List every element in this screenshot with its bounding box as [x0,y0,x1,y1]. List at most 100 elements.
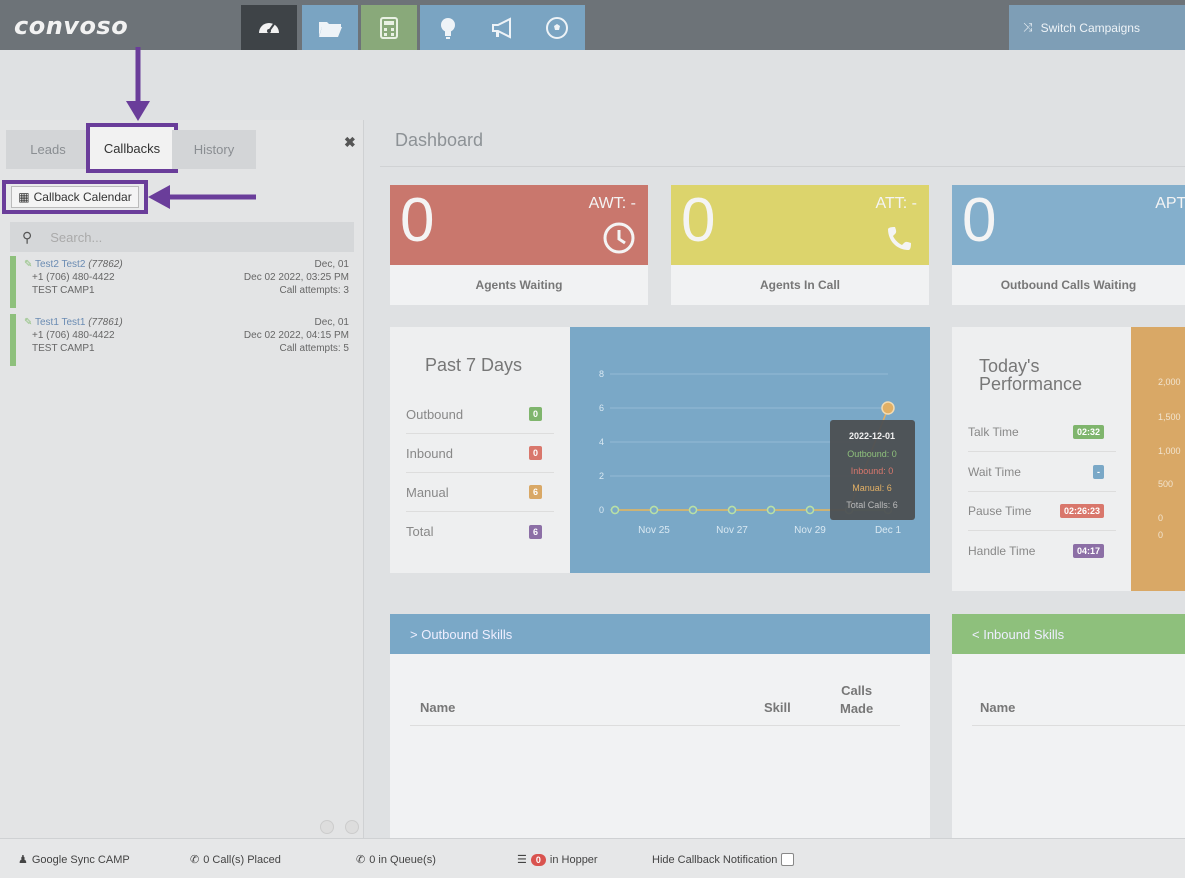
callback-date: Dec, 01 [314,259,349,270]
count-badge: 6 [528,485,542,499]
dashboard-icon[interactable] [241,5,297,50]
past-7-days-chart: 0 2 4 6 8 Nov 25 Nov 27 Nov 29 Dec 1 2022-12-01 Ou… [570,327,930,573]
search-input[interactable]: ⚲ Search... [10,222,354,252]
phone-icon: ✆ [356,854,366,866]
column-header-calls-made: Calls Made [840,683,874,716]
campaign-name: Google Sync CAMP [31,853,130,866]
todays-performance-panel: Today's Performance Talk Time 02:32 Wait… [952,327,1132,591]
callback-calendar-button[interactable]: ▦ Callback Calendar [11,186,139,208]
x-tick-label: Nov 27 [716,525,748,536]
tick-label: 2,000 [1158,377,1181,387]
callback-campaign: TEST CAMP1 [32,285,95,296]
time-badge: - [1093,465,1104,479]
inbound-skills-table-header: Name [972,680,1185,726]
stat-header: 0 AWT: - [390,185,648,265]
scroll-up-button[interactable] [320,820,334,834]
column-header-name: Name [420,700,456,715]
edit-icon[interactable]: ✎ [24,317,32,328]
folder-icon[interactable] [302,5,358,50]
outbound-skills-header[interactable]: > Outbound Skills [390,614,930,654]
stat-value: 0 [681,186,716,255]
tick-label: 0 [1158,530,1164,540]
callback-campaign: TEST CAMP1 [32,343,95,354]
footer-queue: ✆ 0 in Queue(s) [356,853,436,867]
callback-lead-id: (77862) [88,259,123,270]
outbound-skills-panel: > Outbound Skills Name Skill Calls Made [390,614,930,838]
count-badge: 0 [528,407,542,421]
tab-history[interactable]: History [172,130,256,169]
shuffle-icon: ⤨ [1023,20,1033,34]
lightbulb-icon[interactable] [420,5,476,50]
data-point [881,401,895,415]
megaphone-icon[interactable] [474,5,530,50]
inbound-skills-title: Inbound Skills [983,626,1065,642]
status-footer: ♟ Google Sync CAMP ✆ 0 Call(s) Placed ✆ … [0,838,1185,878]
row-label: Inbound [406,445,453,461]
data-point [766,505,776,515]
top-navbar: convoso ⤨ Switch Campaigns [0,0,1185,50]
row-label: Wait Time [968,465,1021,479]
edit-icon[interactable]: ✎ [24,259,32,270]
search-placeholder: Search... [50,229,103,245]
soccer-ball-icon[interactable] [529,5,585,50]
callback-attempts: Call attempts: 3 [279,285,349,296]
convoso-logo: convoso [14,12,129,40]
agents-in-call-card: 0 ATT: - Agents In Call [671,185,929,305]
performance-chart: 2,000 1,500 1,000 500 0 0 [1131,327,1185,591]
tooltip-title: 2022-12-01 [849,431,895,441]
past7-row-total: Total 6 [406,512,554,551]
tooltip-line: Manual: 6 [852,483,892,493]
scroll-down-button[interactable] [345,820,359,834]
switch-campaigns-button[interactable]: ⤨ Switch Campaigns [1009,5,1185,50]
hopper-label: in Hopper [549,853,598,866]
data-point [688,505,698,515]
perf-row-handle: Handle Time 04:17 [968,531,1116,570]
column-header-name: Name [980,700,1016,715]
callback-item[interactable]: ✎ Test2 Test2 (77862) Dec, 01 +1 (706) 4… [10,256,354,308]
count-badge: 6 [528,524,542,539]
performance-title-line1: Today's [979,356,1040,376]
annotation-arrow-down [126,47,150,121]
stat-key: AWT: - [588,195,636,212]
callback-lead-name[interactable]: Test1 Test1 [35,317,85,328]
divider [380,166,1185,167]
tick-label: 1,000 [1158,446,1181,456]
stat-value: 0 [400,186,435,255]
users-icon: ♟ [18,854,28,866]
callback-lead-name[interactable]: Test2 Test2 [35,259,85,270]
callback-calendar-label: Callback Calendar [33,190,132,204]
callback-lead-id: (77861) [88,317,123,328]
data-point [610,505,620,515]
inbound-skills-header[interactable]: < Inbound Skills [952,614,1185,654]
callback-date: Dec, 01 [314,317,349,328]
queue-text: 0 in Queue(s) [369,853,436,866]
callback-scheduled: Dec 02 2022, 03:25 PM [243,272,349,283]
close-panel-button[interactable]: ✖ [344,134,356,151]
agents-waiting-card: 0 AWT: - Agents Waiting [390,185,648,305]
perf-row-pause: Pause Time 02:26:23 [968,492,1116,531]
phone-icon [883,221,917,260]
tick-label: 500 [1158,479,1174,489]
time-badge: 04:17 [1072,543,1104,558]
tab-callbacks[interactable]: Callbacks [86,123,178,173]
page-title: Dashboard [395,130,484,150]
y-tick-label: 4 [599,437,604,447]
line-chart: 0 2 4 6 8 Nov 25 Nov 27 Nov 29 Dec 1 2022-12-01 Ou… [599,369,915,536]
phone-icon: ✆ [190,854,200,866]
past7-row-inbound: Inbound 0 [406,434,554,473]
row-label: Talk Time [968,425,1019,439]
y-tick-label: 8 [599,369,604,379]
tab-leads[interactable]: Leads [6,130,90,169]
calculator-icon[interactable] [361,5,417,50]
past7-row-manual: Manual 6 [406,473,554,512]
y-tick-label: 2 [599,471,604,481]
past-7-days-panel: Past 7 Days Outbound 0 Inbound 0 Manual … [390,327,570,573]
time-badge: 02:26:23 [1059,504,1104,518]
callback-calendar-highlight: ▦ Callback Calendar [2,180,148,214]
stat-key: APT: [1155,195,1185,212]
hide-callback-checkbox[interactable] [781,853,795,866]
footer-hopper: ☰ 0 in Hopper [517,853,598,866]
stat-label: Agents In Call [759,278,840,292]
callback-item[interactable]: ✎ Test1 Test1 (77861) Dec, 01 +1 (706) 4… [10,314,354,366]
database-icon: ☰ [517,854,527,866]
